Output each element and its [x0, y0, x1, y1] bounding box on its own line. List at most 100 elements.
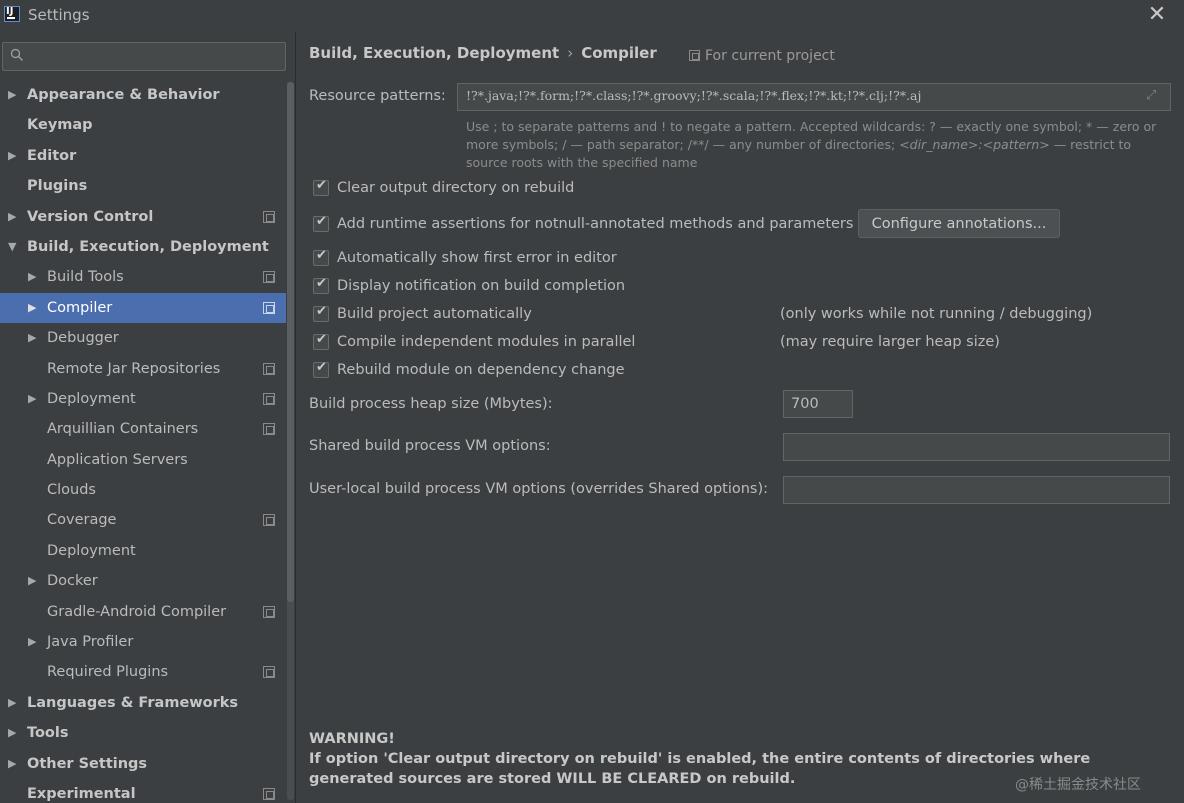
intellij-logo-icon: [4, 6, 20, 22]
collapsed-arrow-icon[interactable]: ▶: [8, 141, 20, 171]
title-bar: Settings ✕: [0, 0, 1184, 32]
sidebar-item-label: Application Servers: [47, 451, 188, 468]
sidebar-item-build-execution-deployment[interactable]: ▼ Build, Execution, Deployment: [0, 232, 286, 262]
collapsed-arrow-icon[interactable]: ▶: [8, 202, 20, 232]
collapsed-arrow-icon[interactable]: ▶: [8, 688, 20, 718]
build-notification-checkbox[interactable]: [313, 276, 329, 294]
sidebar-scrollbar[interactable]: [287, 82, 294, 800]
search-input[interactable]: [31, 46, 281, 66]
search-box[interactable]: [2, 42, 286, 71]
user-vm-options-input[interactable]: [783, 476, 1170, 504]
sidebar-item-tools[interactable]: ▶ Tools: [0, 718, 286, 748]
sidebar-item-version-control[interactable]: ▶ Version Control: [0, 202, 286, 232]
project-scope-icon: [689, 50, 700, 61]
sidebar-item-java-profiler[interactable]: ▶ Java Profiler: [0, 627, 286, 657]
sidebar-item-label: Java Profiler: [47, 634, 134, 651]
sidebar-item-label: Plugins: [27, 178, 88, 195]
sidebar-item-label: Build Tools: [47, 269, 124, 286]
sidebar-item-editor[interactable]: ▶ Editor: [0, 141, 286, 171]
collapsed-arrow-icon[interactable]: ▶: [28, 384, 40, 414]
sidebar-item-label: Deployment: [47, 390, 136, 407]
sidebar-item-coverage[interactable]: Coverage: [0, 505, 286, 535]
settings-tree: ▶ Appearance & Behavior Keymap ▶ Editor Plugi…: [0, 80, 286, 803]
parallel-compile-checkbox[interactable]: [313, 332, 329, 350]
sidebar-item-label: Docker: [47, 573, 98, 590]
sidebar-item-label: Version Control: [27, 208, 154, 225]
sidebar-item-required-plugins[interactable]: Required Plugins: [0, 657, 286, 687]
sidebar-item-build-tools[interactable]: ▶ Build Tools: [0, 262, 286, 292]
sidebar-item-other-settings[interactable]: ▶ Other Settings: [0, 749, 286, 779]
sidebar-item-label: Build, Execution, Deployment: [27, 238, 269, 255]
sidebar-item-label: Languages & Frameworks: [27, 694, 239, 711]
hint-pattern: <pattern>: [982, 137, 1050, 152]
collapsed-arrow-icon[interactable]: ▶: [28, 262, 40, 292]
scope-label: For current project: [705, 48, 835, 64]
sidebar-item-remote-jar-repositories[interactable]: Remote Jar Repositories: [0, 354, 286, 384]
expanded-arrow-icon[interactable]: ▼: [8, 232, 20, 262]
heap-size-label: Build process heap size (Mbytes):: [309, 396, 553, 412]
shared-vm-options-label: Shared build process VM options:: [309, 438, 551, 454]
sidebar-item-label: Required Plugins: [47, 664, 169, 681]
show-first-error-label: Automatically show first error in editor: [337, 250, 617, 266]
sidebar-item-label: Remote Jar Repositories: [47, 360, 221, 377]
project-scope-icon: [263, 210, 275, 223]
runtime-assertions-checkbox[interactable]: [313, 214, 329, 232]
runtime-assertions-label: Add runtime assertions for notnull-annot…: [337, 216, 854, 232]
collapsed-arrow-icon[interactable]: ▶: [28, 566, 40, 596]
sidebar-item-label: Arquillian Containers: [47, 421, 199, 438]
sidebar-item-label: Compiler: [47, 299, 113, 316]
sidebar-item-label: Tools: [27, 725, 69, 742]
clear-output-label: Clear output directory on rebuild: [337, 180, 575, 196]
sidebar-item-experimental[interactable]: Experimental: [0, 779, 286, 803]
shared-vm-options-input[interactable]: [783, 433, 1170, 461]
sidebar-item-clouds[interactable]: Clouds: [0, 475, 286, 505]
build-automatically-checkbox[interactable]: [313, 304, 329, 322]
collapsed-arrow-icon[interactable]: ▶: [8, 80, 20, 110]
parallel-compile-note: (may require larger heap size): [780, 334, 1000, 350]
build-automatically-label: Build project automatically: [337, 306, 532, 322]
project-scope-icon: [263, 514, 275, 527]
watermark: @稀土掘金技术社区: [1015, 777, 1141, 793]
project-scope-icon: [263, 301, 275, 314]
warning-title: WARNING!: [309, 731, 395, 747]
window-title: Settings: [28, 6, 90, 24]
sidebar-item-deployment[interactable]: ▶ Deployment: [0, 384, 286, 414]
sidebar-item-languages-frameworks[interactable]: ▶ Languages & Frameworks: [0, 688, 286, 718]
collapsed-arrow-icon[interactable]: ▶: [28, 627, 40, 657]
configure-annotations-button[interactable]: Configure annotations...: [858, 209, 1060, 238]
clear-output-checkbox[interactable]: [313, 178, 329, 196]
sidebar-scrollbar-thumb[interactable]: [287, 82, 294, 602]
sidebar-item-label: Gradle-Android Compiler: [47, 603, 227, 620]
project-scope-icon: [263, 362, 275, 375]
sidebar-item-compiler[interactable]: ▶ Compiler: [0, 292, 286, 324]
sidebar-item-label: Clouds: [47, 482, 96, 499]
expand-icon[interactable]: ⤢: [1146, 88, 1162, 104]
close-icon[interactable]: ✕: [1145, 3, 1169, 27]
heap-size-input[interactable]: [783, 390, 853, 418]
collapsed-arrow-icon[interactable]: ▶: [8, 718, 20, 748]
sidebar-item-plugins[interactable]: Plugins: [0, 171, 286, 201]
sidebar-item-keymap[interactable]: Keymap: [0, 110, 286, 140]
breadcrumb: Build, Execution, Deployment › Compiler: [309, 44, 657, 62]
project-scope-icon: [263, 605, 275, 618]
sidebar-item-label: Deployment: [47, 542, 136, 559]
sidebar-item-arquillian-containers[interactable]: Arquillian Containers: [0, 414, 286, 444]
rebuild-dependency-checkbox[interactable]: [313, 360, 329, 378]
sidebar-item-label: Appearance & Behavior: [27, 87, 220, 103]
hint-dir-name: <dir_name>: [899, 137, 979, 152]
parallel-compile-label: Compile independent modules in parallel: [337, 334, 636, 350]
collapsed-arrow-icon[interactable]: ▶: [28, 293, 40, 323]
breadcrumb-current: Compiler: [581, 44, 657, 62]
resource-patterns-input[interactable]: !?*.java;!?*.form;!?*.class;!?*.groovy;!…: [457, 83, 1171, 111]
sidebar-item-application-servers[interactable]: Application Servers: [0, 445, 286, 475]
show-first-error-checkbox[interactable]: [313, 248, 329, 266]
search-icon: [10, 48, 24, 62]
sidebar-item-debugger[interactable]: ▶ Debugger: [0, 323, 286, 353]
sidebar-item-gradle-android-compiler[interactable]: Gradle-Android Compiler: [0, 597, 286, 627]
collapsed-arrow-icon[interactable]: ▶: [8, 749, 20, 779]
sidebar-item-deployment[interactable]: Deployment: [0, 536, 286, 566]
collapsed-arrow-icon[interactable]: ▶: [28, 323, 40, 353]
sidebar-item-docker[interactable]: ▶ Docker: [0, 566, 286, 596]
sidebar-item-appearance-behavior[interactable]: ▶ Appearance & Behavior: [0, 80, 286, 110]
sidebar-item-label: Keymap: [27, 117, 93, 134]
